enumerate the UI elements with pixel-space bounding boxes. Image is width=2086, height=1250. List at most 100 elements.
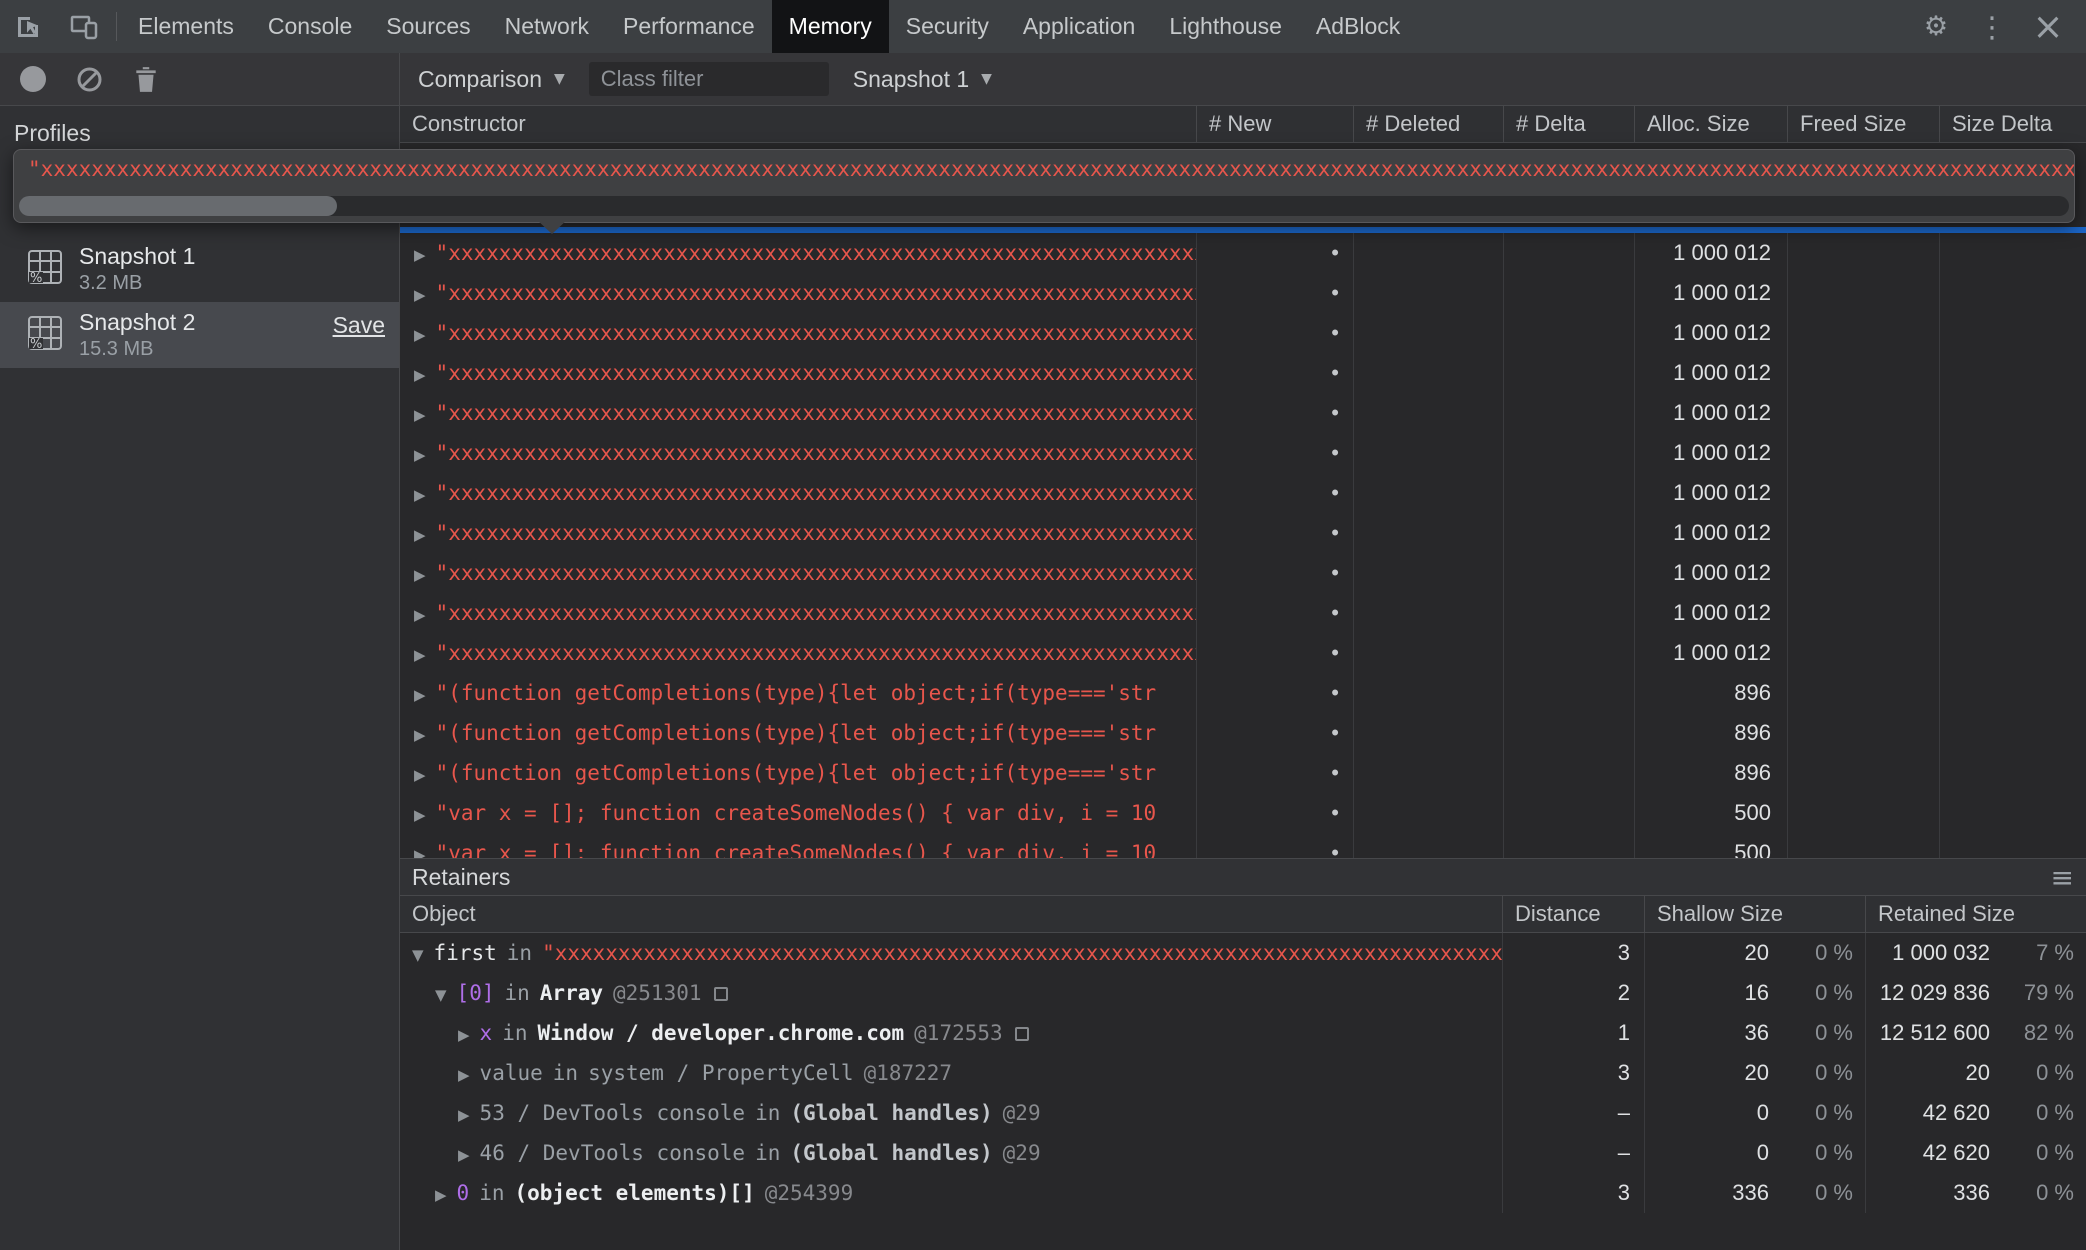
tooltip-scrollbar-thumb[interactable] [19,196,337,216]
heap-table-row[interactable]: ▶"xxxxxxxxxxxxxxxxxxxxxxxxxxxxxxxxxxxxxx… [400,433,2086,473]
expand-triangle-icon[interactable]: ▼ [435,986,447,1004]
shallow-size-value: 336 [1732,1180,1769,1206]
base-snapshot-dropdown[interactable]: Snapshot 1 ▼ [839,66,1006,93]
retainer-object-address: @254399 [765,1181,854,1205]
expand-triangle-icon[interactable]: ▶ [414,486,426,504]
heap-table-row[interactable]: ▶"(function getCompletions(type){let obj… [400,713,2086,753]
retainer-row[interactable]: ▼firstin"xxxxxxxxxxxxxxxxxxxxxxxxxxxxxxx… [400,933,2086,973]
panel-tab[interactable]: Memory [772,0,889,53]
expand-triangle-icon[interactable]: ▶ [414,326,426,344]
expand-triangle-icon[interactable]: ▶ [414,606,426,624]
panel-tab[interactable]: Security [889,0,1006,53]
panel-tab[interactable]: Application [1006,0,1153,53]
heap-table-row[interactable]: ▶"xxxxxxxxxxxxxxxxxxxxxxxxxxxxxxxxxxxxxx… [400,313,2086,353]
heap-column-header[interactable]: Constructor [400,106,1197,142]
expand-triangle-icon[interactable]: ▶ [414,806,426,824]
delete-profile-icon[interactable] [133,65,159,93]
heap-table-row[interactable]: ▶"xxxxxxxxxxxxxxxxxxxxxxxxxxxxxxxxxxxxxx… [400,513,2086,553]
expand-triangle-icon[interactable]: ▶ [414,526,426,544]
class-filter-input[interactable] [589,62,829,96]
profiles-sidebar: Profiles % [0,53,400,1250]
retainer-row[interactable]: ▶xinWindow / developer.chrome.com@172553… [400,1013,2086,1053]
heap-table-row[interactable]: ▶"xxxxxxxxxxxxxxxxxxxxxxxxxxxxxxxxxxxxxx… [400,593,2086,633]
snapshot-list-item[interactable]: % Snapshot 2 15.3 MB Save [0,302,399,368]
expand-triangle-icon[interactable]: ▶ [414,646,426,664]
size-delta-cell [1940,753,2086,793]
heap-column-header[interactable]: Alloc. Size [1635,106,1788,142]
snapshot-list-item[interactable]: % Snapshot 1 3.2 MB [0,236,399,302]
panel-tab[interactable]: Lighthouse [1152,0,1299,53]
deleted-count-cell [1354,233,1504,273]
retainers-column-header[interactable]: Shallow Size [1645,896,1866,932]
expand-triangle-icon[interactable]: ▶ [414,246,426,264]
alloc-size-cell: 1 000 012 [1635,273,1788,313]
record-heap-snapshot-icon[interactable] [20,66,46,92]
heap-column-header[interactable]: Freed Size [1788,106,1940,142]
perspective-dropdown[interactable]: Comparison ▼ [404,66,579,93]
more-options-icon[interactable]: ⋮ [1964,0,2020,53]
expand-triangle-icon[interactable]: ▶ [414,286,426,304]
heap-column-header[interactable]: # New [1197,106,1354,142]
expand-triangle-icon[interactable]: ▼ [412,946,424,964]
expand-triangle-icon[interactable]: ▶ [435,1186,447,1204]
heap-table-row[interactable]: ▶"var x = []; function createSomeNodes()… [400,793,2086,833]
size-delta-cell [1940,233,2086,273]
expand-triangle-icon[interactable]: ▶ [414,406,426,424]
retainers-column-header[interactable]: Distance [1503,896,1645,932]
retainer-row[interactable]: ▶valueinsystem / PropertyCell@187227 3 2… [400,1053,2086,1093]
heap-table-row[interactable]: ▶"var x = []; function createSomeNodes()… [400,833,2086,858]
heap-table-row[interactable]: ▶"xxxxxxxxxxxxxxxxxxxxxxxxxxxxxxxxxxxxxx… [400,233,2086,273]
heap-table-row[interactable]: ▶"(function getCompletions(type){let obj… [400,753,2086,793]
snapshot-save-link[interactable]: Save [333,312,385,339]
retainer-row[interactable]: ▶0in(object elements)[]@254399 3 3360 % … [400,1173,2086,1213]
expand-triangle-icon[interactable]: ▶ [414,366,426,384]
inspect-element-icon[interactable] [0,0,56,53]
retainers-column-header[interactable]: Object [400,896,1503,932]
expand-triangle-icon[interactable]: ▶ [414,846,426,858]
heap-table-row[interactable]: ▶"xxxxxxxxxxxxxxxxxxxxxxxxxxxxxxxxxxxxxx… [400,473,2086,513]
heap-column-header[interactable]: # Deleted [1354,106,1504,142]
constructor-cell: ▶"xxxxxxxxxxxxxxxxxxxxxxxxxxxxxxxxxxxxxx… [400,313,1197,353]
panel-tab[interactable]: Console [251,0,369,53]
heap-column-header[interactable]: Size Delta [1940,106,2086,142]
expand-triangle-icon[interactable]: ▶ [414,726,426,744]
constructor-string: "(function getCompletions(type){let obje… [436,681,1157,705]
heap-table-row[interactable]: ▶"xxxxxxxxxxxxxxxxxxxxxxxxxxxxxxxxxxxxxx… [400,633,2086,673]
heap-column-header[interactable]: # Delta [1504,106,1635,142]
tooltip-scrollbar-track[interactable] [19,196,2069,216]
memory-panel: Comparison ▼ Snapshot 1 ▼ Constructor # … [400,53,2086,1250]
retainer-row[interactable]: ▶46 / DevTools consolein(Global handles)… [400,1133,2086,1173]
reveal-object-icon[interactable] [714,987,728,1001]
settings-gear-icon[interactable]: ⚙ [1908,0,1964,53]
expand-triangle-icon[interactable]: ▶ [414,446,426,464]
heap-table-row[interactable]: ▶"xxxxxxxxxxxxxxxxxxxxxxxxxxxxxxxxxxxxxx… [400,553,2086,593]
shallow-size-cell: 200 % [1645,933,1866,973]
heap-table-row[interactable]: ▶"xxxxxxxxxxxxxxxxxxxxxxxxxxxxxxxxxxxxxx… [400,353,2086,393]
panel-tab[interactable]: Network [488,0,606,53]
panel-tab[interactable]: Performance [606,0,772,53]
close-devtools-icon[interactable]: × [2020,0,2076,53]
expand-triangle-icon[interactable]: ▶ [414,766,426,784]
heap-table-row[interactable]: ▶"xxxxxxxxxxxxxxxxxxxxxxxxxxxxxxxxxxxxxx… [400,273,2086,313]
clear-profiles-icon[interactable] [76,66,103,93]
panel-tab[interactable]: Elements [121,0,251,53]
freed-size-cell [1788,433,1940,473]
expand-triangle-icon[interactable]: ▶ [414,566,426,584]
retainers-menu-icon[interactable]: ≡ [2051,861,2074,894]
expand-triangle-icon[interactable]: ▶ [458,1146,470,1164]
expand-triangle-icon[interactable]: ▶ [458,1026,470,1044]
expand-triangle-icon[interactable]: ▶ [458,1066,470,1084]
retained-size-percent: 0 % [1990,1180,2074,1206]
reveal-object-icon[interactable] [1015,1027,1029,1041]
expand-triangle-icon[interactable]: ▶ [458,1106,470,1124]
panel-tab[interactable]: AdBlock [1299,0,1417,53]
delta-count-cell [1504,713,1635,753]
panel-tab[interactable]: Sources [369,0,487,53]
expand-triangle-icon[interactable]: ▶ [414,686,426,704]
retainers-column-header[interactable]: Retained Size [1866,896,2086,932]
retainer-row[interactable]: ▶53 / DevTools consolein(Global handles)… [400,1093,2086,1133]
heap-table-row[interactable]: ▶"xxxxxxxxxxxxxxxxxxxxxxxxxxxxxxxxxxxxxx… [400,393,2086,433]
device-toolbar-icon[interactable] [56,0,112,53]
heap-table-row[interactable]: ▶ "(function getCompletions(type){let obj… [400,673,2086,713]
retainer-row[interactable]: ▼[0]inArray@251301 2 160 % 12 029 83679 … [400,973,2086,1013]
